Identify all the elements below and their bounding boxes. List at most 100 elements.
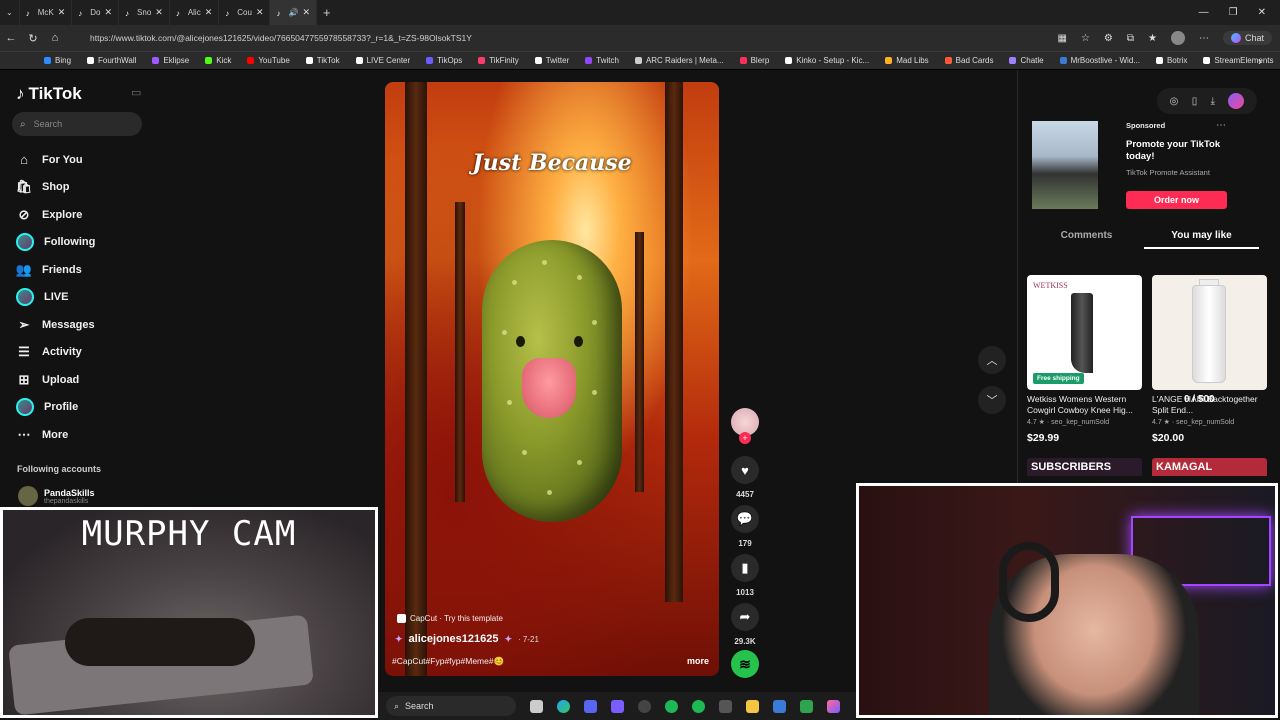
sidebar-item-live[interactable]: LIVE xyxy=(16,284,156,312)
bookmark-item[interactable]: FourthWall xyxy=(79,56,144,65)
bookmark-item[interactable]: Twitter xyxy=(527,56,578,65)
bookmark-item[interactable]: Kinko - Setup - Kic... xyxy=(777,56,877,65)
settings-more-icon[interactable]: ⋯ xyxy=(1199,33,1209,44)
favorite-star-icon[interactable]: ☆ xyxy=(1081,33,1090,44)
sidebar-item-explore[interactable]: ⊘ Explore xyxy=(16,201,156,229)
bookmark-item[interactable]: Bing xyxy=(36,56,79,65)
obs-icon[interactable] xyxy=(638,699,651,713)
product-thumbnail[interactable]: SUBSCRIBERS xyxy=(1027,458,1142,476)
product-card[interactable]: WETKISS Free shipping Wetkiss Womens Wes… xyxy=(1027,275,1142,444)
home-icon[interactable]: ⌂ xyxy=(44,32,66,44)
ad-image[interactable] xyxy=(1032,121,1098,209)
close-tab-icon[interactable]: ✕ xyxy=(104,7,112,18)
bookmark-item[interactable]: Blerp xyxy=(732,56,778,65)
next-video-button[interactable]: ﹀ xyxy=(978,386,1006,414)
profile-avatar[interactable] xyxy=(1228,93,1245,109)
app-grid-icon[interactable] xyxy=(611,699,624,713)
copilot-chat-button[interactable]: Chat xyxy=(1222,31,1272,45)
streaming-app-icon[interactable] xyxy=(665,699,678,713)
device-icon[interactable]: ▯ xyxy=(1192,96,1198,107)
coins-icon[interactable]: ◎ xyxy=(1170,96,1179,107)
notepad-icon[interactable] xyxy=(773,699,786,713)
sidebar-item-shop[interactable]: 🛍 Shop xyxy=(16,174,156,202)
close-tab-icon[interactable]: ✕ xyxy=(256,7,264,18)
bookmark-item[interactable]: TikOps xyxy=(418,56,470,65)
sidebar-item-messages[interactable]: ➢ Messages xyxy=(16,311,156,339)
app-available-icon[interactable]: ▦ xyxy=(1057,33,1066,44)
browser-tab[interactable]: ♪ Alic ✕ xyxy=(170,0,220,25)
tab-you-may-like[interactable]: You may like xyxy=(1144,230,1259,249)
following-account-item[interactable]: PandaSkills thepandaskills xyxy=(18,486,95,506)
bookmark-item[interactable]: Chatle xyxy=(1001,56,1051,65)
new-tab-button[interactable]: + xyxy=(317,0,337,25)
sidebar-item-friends[interactable]: 👥 Friends xyxy=(16,256,156,284)
split-screen-icon[interactable]: ⧉ xyxy=(1127,33,1134,44)
video-player[interactable]: Just Because CapCut · Try this template … xyxy=(385,82,719,676)
comment-button[interactable]: 💬 179 xyxy=(731,505,759,548)
bookmark-item[interactable]: StreamElements xyxy=(1195,56,1280,65)
sidebar-item-upload[interactable]: ⊞ Upload xyxy=(16,366,156,394)
bookmark-item[interactable]: ARC Raiders | Meta... xyxy=(627,56,732,65)
maximize-icon[interactable]: ❐ xyxy=(1229,7,1238,18)
order-now-button[interactable]: Order now xyxy=(1126,191,1227,209)
back-icon[interactable]: ← xyxy=(0,32,22,44)
refresh-icon[interactable]: ↻ xyxy=(22,32,44,45)
bookmark-item[interactable]: MrBoostlive - Wid... xyxy=(1052,56,1148,65)
bookmark-item[interactable]: Kick xyxy=(197,56,239,65)
sidebar-item-profile[interactable]: Profile xyxy=(16,394,156,422)
sidebar-item-for-you[interactable]: ⌂ For You xyxy=(16,146,156,174)
bookmark-item[interactable]: TikTok xyxy=(298,56,348,65)
taskbar-search[interactable]: ⌕ Search xyxy=(386,696,516,716)
spreadsheet-icon[interactable] xyxy=(800,699,813,713)
tiktok-logo[interactable]: ♪ TikTok xyxy=(16,84,82,104)
sidebar-item-following[interactable]: Following xyxy=(16,229,156,257)
browser-tab[interactable]: ♪ McK ✕ xyxy=(20,0,73,25)
sidebar-item-activity[interactable]: ☰ Activity xyxy=(16,339,156,367)
close-tab-icon[interactable]: ✕ xyxy=(155,7,163,18)
bookmark-item[interactable]: YouTube xyxy=(239,56,297,65)
product-card[interactable]: L'ANGE HAIR Backtogether Split End... 4.… xyxy=(1152,275,1267,444)
tab-comments[interactable]: Comments xyxy=(1029,230,1144,250)
tool-icon[interactable] xyxy=(719,699,732,713)
profile-avatar[interactable] xyxy=(1170,31,1185,45)
minimize-icon[interactable]: — xyxy=(1199,7,1209,18)
product-thumbnail[interactable]: KAMAGAL xyxy=(1152,458,1267,476)
address-bar[interactable]: https://www.tiktok.com/@alicejones121625… xyxy=(76,29,1066,47)
save-button[interactable]: ▮ 1013 xyxy=(731,554,759,597)
photos-icon[interactable] xyxy=(827,699,840,713)
discord-icon[interactable] xyxy=(584,699,597,713)
video-author[interactable]: ✦ alicejones121625 ✦ · 7-21 xyxy=(395,633,539,645)
bookmark-item[interactable]: LIVE Center xyxy=(348,56,419,65)
bookmark-item[interactable]: Bad Cards xyxy=(937,56,1002,65)
download-icon[interactable]: ⤓ xyxy=(1211,96,1215,107)
ad-more-icon[interactable]: ⋯ xyxy=(1216,120,1226,131)
browser-tab-active[interactable]: ♪ 🔊 ✕ xyxy=(270,0,317,25)
capcut-template-link[interactable]: CapCut · Try this template xyxy=(397,614,503,623)
browser-tab[interactable]: ♪ Cou ✕ xyxy=(219,0,271,25)
browser-tab[interactable]: ♪ Do ✕ xyxy=(72,0,120,25)
extensions-icon[interactable]: ⚙ xyxy=(1104,33,1113,44)
sidebar-item-more[interactable]: ⋯ More xyxy=(16,421,156,449)
close-tab-icon[interactable]: ✕ xyxy=(205,7,213,18)
favorites-icon[interactable]: ★ xyxy=(1148,33,1157,44)
follow-plus-icon[interactable]: + xyxy=(739,432,751,444)
browser-tab[interactable]: ♪ Sno ✕ xyxy=(119,0,170,25)
spotify-icon[interactable] xyxy=(692,699,705,713)
bookmark-item[interactable]: Eklipse xyxy=(144,56,197,65)
previous-video-button[interactable]: ︿ xyxy=(978,346,1006,374)
bookmark-item[interactable]: Twitch xyxy=(577,56,627,65)
close-tab-icon[interactable]: ✕ xyxy=(58,7,66,18)
search-input[interactable]: ⌕ Search xyxy=(12,112,142,136)
bookmark-item[interactable]: TikFinity xyxy=(470,56,526,65)
like-button[interactable]: ♥ 4457 xyxy=(731,456,759,499)
file-explorer-icon[interactable] xyxy=(746,699,759,713)
task-view-icon[interactable] xyxy=(530,699,543,713)
tab-list-button[interactable]: ⌄ xyxy=(0,0,20,25)
collapse-sidebar-icon[interactable]: ▭ xyxy=(131,86,141,99)
bookmark-item[interactable]: Mad Libs xyxy=(877,56,936,65)
share-button[interactable]: ➦ 29.3K xyxy=(731,603,759,646)
edge-browser-icon[interactable] xyxy=(557,699,570,713)
bookmark-item[interactable]: Botrix xyxy=(1148,56,1195,65)
capcut-badge-icon[interactable]: ≋ xyxy=(731,650,759,678)
close-window-icon[interactable]: ✕ xyxy=(1258,7,1266,18)
